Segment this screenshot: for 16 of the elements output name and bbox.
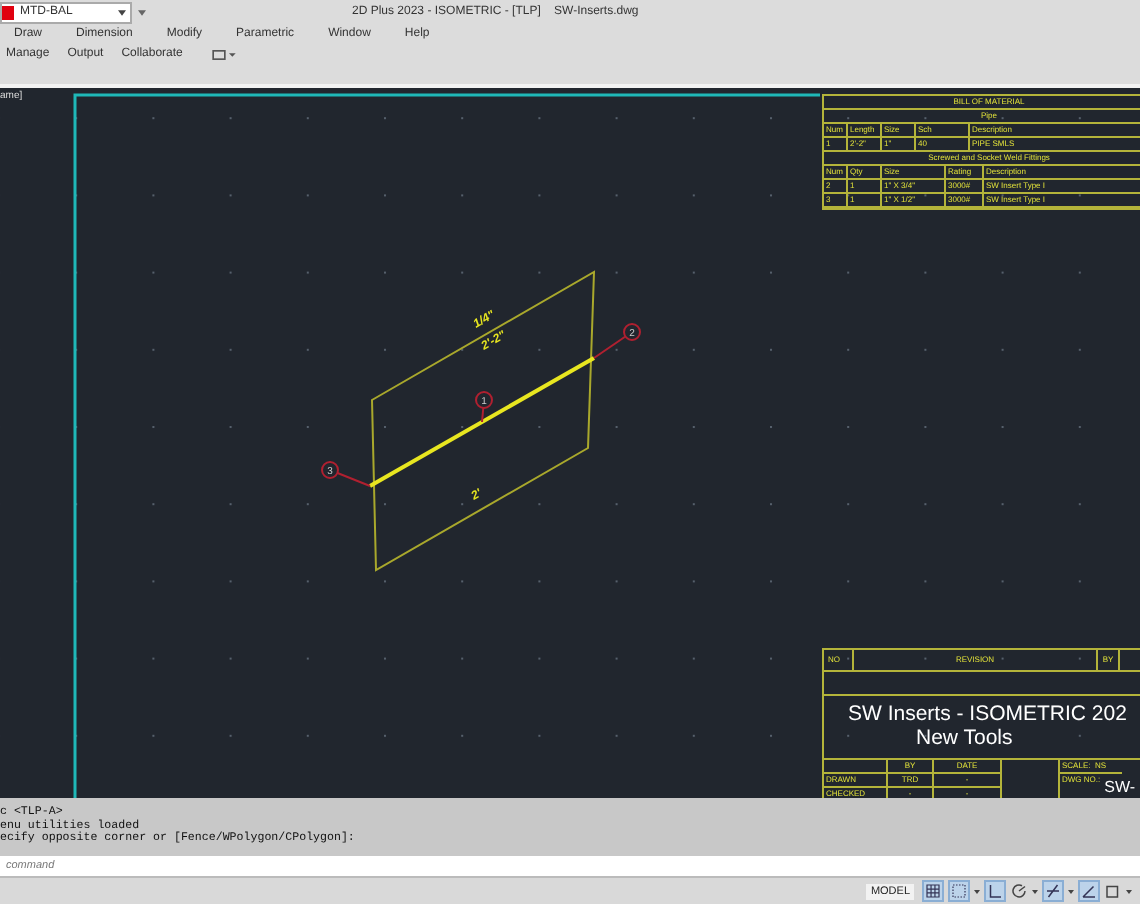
window-icon[interactable] xyxy=(212,49,237,59)
polar-icon[interactable] xyxy=(1010,882,1028,900)
caret-icon[interactable] xyxy=(1126,889,1132,893)
caret-icon[interactable] xyxy=(1068,889,1074,893)
caret-icon xyxy=(118,9,126,15)
drawing-number: SW- xyxy=(1104,778,1136,796)
caret-icon[interactable] xyxy=(1032,889,1038,893)
drawing-subtitle: New Tools xyxy=(916,726,1013,750)
angle-icon[interactable] xyxy=(1078,880,1100,902)
drawing-title: SW Inserts - ISOMETRIC 202 xyxy=(848,702,1127,726)
grid-icon[interactable] xyxy=(922,880,944,902)
dotted-grid-icon[interactable] xyxy=(948,880,970,902)
ortho-icon[interactable] xyxy=(984,880,1006,902)
caret-icon[interactable] xyxy=(974,889,980,893)
caret-icon[interactable] xyxy=(138,9,146,15)
layer-color-icon xyxy=(2,5,14,19)
